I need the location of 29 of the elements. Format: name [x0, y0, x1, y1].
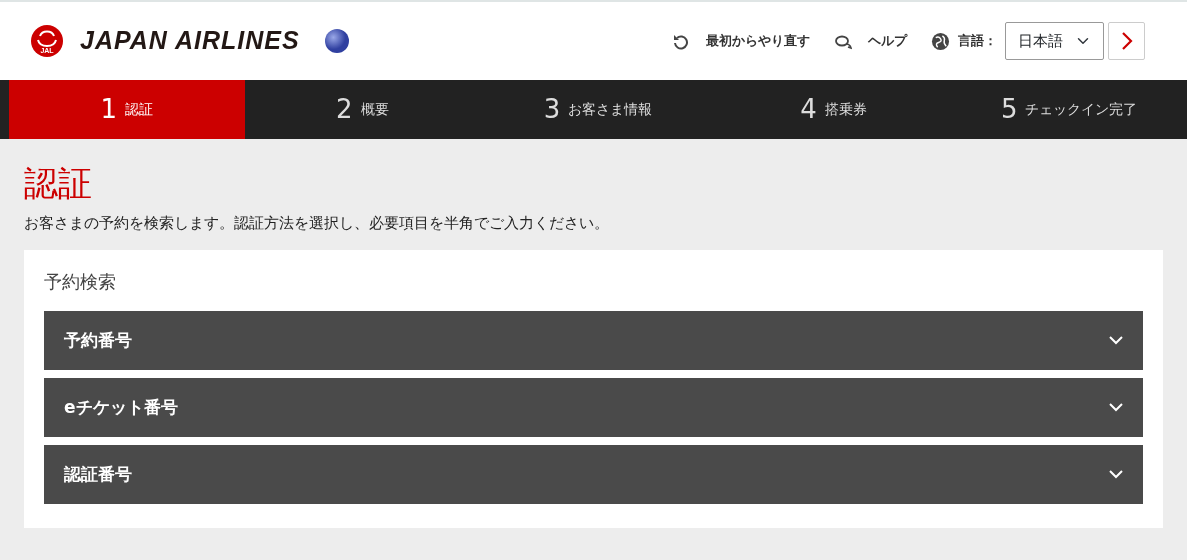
step-label: 認証 — [125, 100, 154, 119]
accordion-header[interactable]: 予約番号 — [44, 311, 1143, 371]
page-description: お客さまの予約を検索します。認証方法を選択し、必要項目を半角でご入力ください。 — [24, 212, 610, 234]
page-title: 認証 — [24, 163, 93, 204]
globe-icon — [931, 31, 950, 51]
step-number: 1 — [100, 93, 118, 126]
step-number: 4 — [800, 93, 817, 126]
step-number: 5 — [1000, 93, 1018, 126]
restart-button[interactable]: 最初からやり直す — [672, 31, 810, 51]
chevron-right-icon — [1120, 32, 1133, 50]
step-number: 3 — [543, 93, 561, 126]
chevron-icon — [1109, 336, 1123, 346]
accordion-header[interactable]: eチケット番号 — [44, 378, 1143, 438]
help-button[interactable]: ヘルプ — [834, 31, 907, 51]
step-label: 搭乗券 — [824, 100, 867, 119]
step-label: チェックイン完了 — [1025, 100, 1138, 119]
restart-icon — [672, 32, 690, 50]
step-number: 2 — [336, 93, 353, 126]
language-label: 言語： — [958, 32, 997, 51]
chevron-icon — [1109, 470, 1123, 480]
globe-logo-icon — [323, 28, 350, 54]
accordion-header[interactable]: 認証番号 — [44, 445, 1143, 505]
section-title: 予約検索 — [44, 270, 117, 295]
chevron-icon — [1109, 403, 1123, 413]
go-button[interactable] — [1108, 22, 1145, 60]
step-label: 概要 — [360, 100, 389, 119]
language-select[interactable]: 日本語 — [1005, 22, 1104, 60]
step-label: お客さま情報 — [568, 100, 653, 119]
brand-name: JAPAN AIRLINES — [80, 25, 300, 57]
